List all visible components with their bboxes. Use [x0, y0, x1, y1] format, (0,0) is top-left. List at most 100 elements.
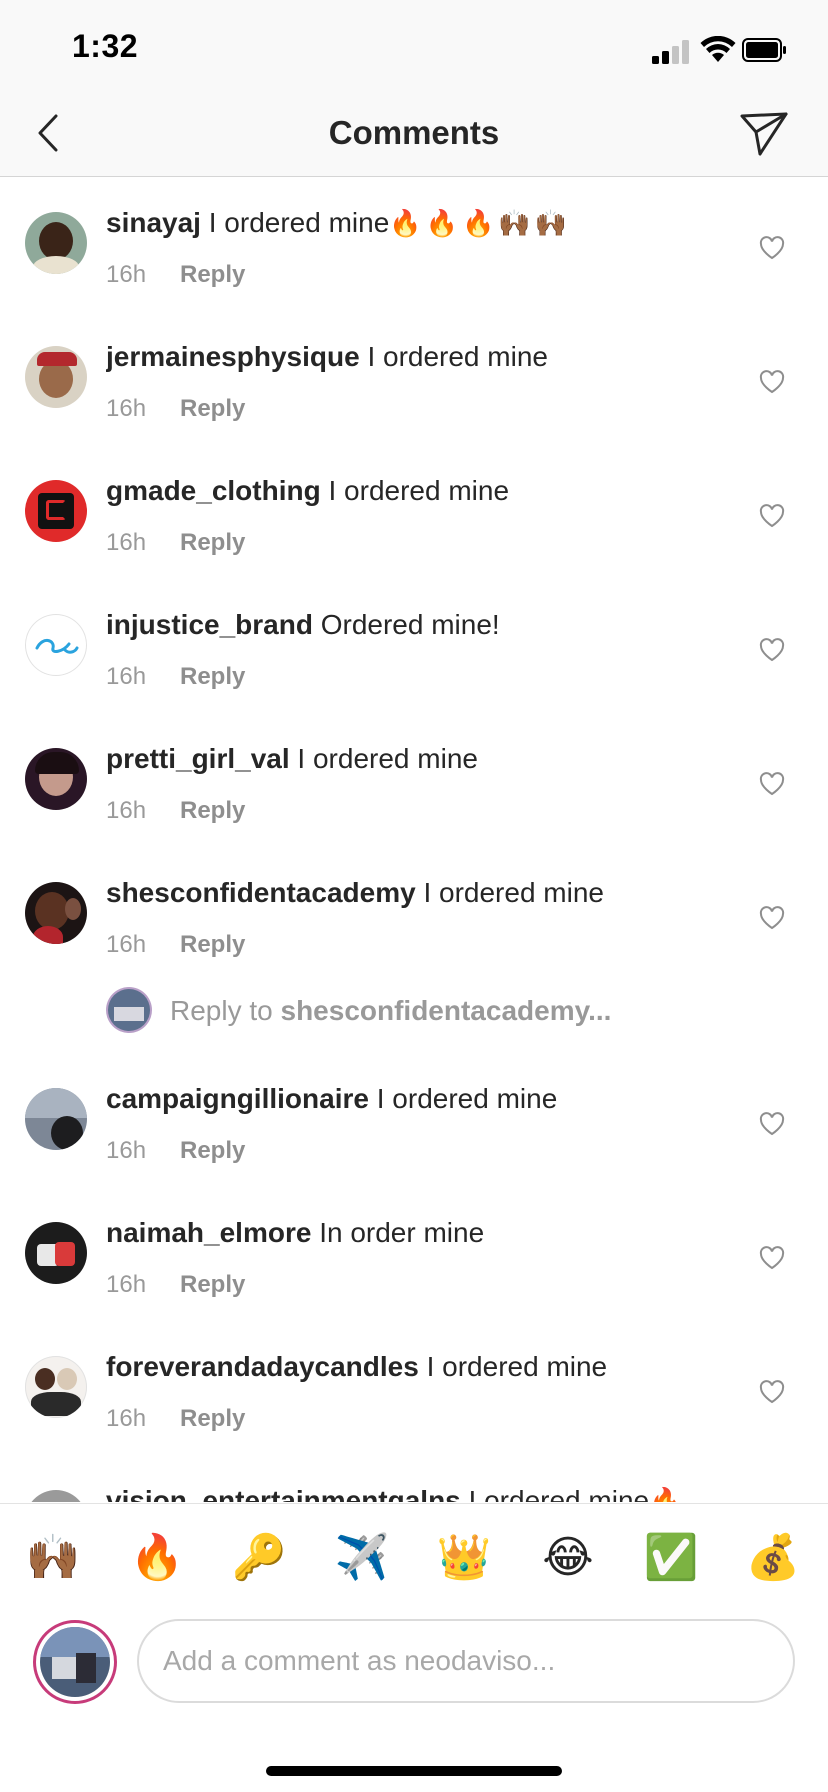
comment-text-line: foreverandadaycandles I ordered mine [106, 1351, 746, 1383]
comment-text-line: sinayaj I ordered mine🔥🔥🔥🙌🏾🙌🏾 [106, 207, 746, 239]
avatar[interactable] [25, 212, 87, 274]
comment-item: pretti_girl_val I ordered mine 16h Reply [0, 713, 828, 843]
comment-meta: 16h Reply [106, 1137, 245, 1165]
emoji-laughing-button[interactable]: 😂 [538, 1530, 598, 1586]
comment-item: foreverandadaycandles I ordered mine 16h… [0, 1321, 828, 1451]
reply-target-username: shesconfidentacademy... [280, 995, 612, 1026]
comment-input[interactable] [137, 1619, 795, 1703]
reply-button[interactable]: Reply [180, 261, 245, 288]
cellular-signal-icon [652, 38, 692, 64]
avatar[interactable] [25, 748, 87, 810]
comment-username[interactable]: pretti_girl_val [106, 743, 290, 774]
heart-icon[interactable] [759, 772, 785, 796]
comment-username[interactable]: foreverandadaycandles [106, 1351, 419, 1382]
reply-button[interactable]: Reply [180, 1137, 245, 1164]
comment-time: 16h [106, 1137, 147, 1164]
heart-icon[interactable] [759, 1112, 785, 1136]
comment-body: I ordered mine [468, 1485, 650, 1502]
comment-username[interactable]: vision_entertainmentgalns [106, 1485, 461, 1502]
comment-body: I ordered mine [426, 1351, 608, 1382]
comment-time: 16h [106, 1271, 147, 1298]
avatar[interactable] [25, 480, 87, 542]
emoji-check-button[interactable]: ✅ [641, 1530, 701, 1586]
emoji-quick-bar: 🙌🏾 🔥 🔑 ✈️ 👑 😂 ✅ 💰 [0, 1503, 828, 1614]
comment-text-line: gmade_clothing I ordered mine [106, 475, 746, 507]
comment-meta: 16h Reply [106, 1405, 245, 1433]
reply-prompt[interactable]: Reply to shesconfidentacademy... [0, 969, 828, 1049]
emoji-key-button[interactable]: 🔑 [229, 1530, 289, 1586]
comments-list[interactable]: sinayaj I ordered mine🔥🔥🔥🙌🏾🙌🏾 16h Reply j… [0, 177, 828, 1502]
comment-text-line: vision_entertainmentgalns I ordered mine… [106, 1485, 746, 1502]
comment-username[interactable]: sinayaj [106, 207, 201, 238]
reply-button[interactable]: Reply [180, 1271, 245, 1298]
comment-item: naimah_elmore In order mine 16h Reply [0, 1187, 828, 1317]
emoji-fire-button[interactable]: 🔥 [127, 1530, 187, 1586]
comment-username[interactable]: jermainesphysique [106, 341, 360, 372]
heart-icon[interactable] [759, 1380, 785, 1404]
avatar[interactable] [25, 346, 87, 408]
comment-time: 16h [106, 529, 147, 556]
comment-text-line: pretti_girl_val I ordered mine [106, 743, 746, 775]
avatar[interactable] [25, 1088, 87, 1150]
comment-body: I ordered mine [376, 1083, 558, 1114]
heart-icon[interactable] [759, 638, 785, 662]
reply-button[interactable]: Reply [180, 663, 245, 690]
comment-username[interactable]: shesconfidentacademy [106, 877, 416, 908]
comment-item: injustice_brand Ordered mine! 16h Reply [0, 579, 828, 709]
comment-username[interactable]: naimah_elmore [106, 1217, 311, 1248]
battery-icon [742, 38, 786, 62]
comment-username[interactable]: gmade_clothing [106, 475, 321, 506]
comments-header: Comments [0, 96, 828, 177]
comment-time: 16h [106, 261, 147, 288]
comment-emojis: 🔥🔥🔥🙌🏾🙌🏾 [389, 209, 572, 239]
current-user-avatar [33, 1620, 117, 1704]
home-indicator[interactable] [266, 1766, 562, 1776]
comment-username[interactable]: injustice_brand [106, 609, 313, 640]
emoji-raising-hands-button[interactable]: 🙌🏾 [23, 1530, 83, 1586]
comment-meta: 16h Reply [106, 529, 245, 557]
emoji-money-bag-button[interactable]: 💰 [743, 1530, 803, 1586]
emoji-crown-button[interactable]: 👑 [434, 1530, 494, 1586]
comment-item: jermainesphysique I ordered mine 16h Repl… [0, 311, 828, 441]
heart-icon[interactable] [759, 1246, 785, 1270]
reply-button[interactable]: Reply [180, 931, 245, 958]
avatar[interactable] [25, 614, 87, 676]
avatar[interactable] [25, 1222, 87, 1284]
reply-prompt-text[interactable]: Reply to shesconfidentacademy... [170, 995, 611, 1027]
comment-emojis: 🔥 [649, 1487, 682, 1502]
page-title: Comments [328, 114, 500, 151]
reply-prefix: Reply to [170, 995, 273, 1026]
comment-item: sinayaj I ordered mine🔥🔥🔥🙌🏾🙌🏾 16h Reply [0, 177, 828, 307]
status-time: 1:32 [72, 28, 139, 64]
comment-composer [0, 1613, 828, 1723]
comment-time: 16h [106, 1405, 147, 1432]
heart-icon[interactable] [759, 504, 785, 528]
comment-time: 16h [106, 663, 147, 690]
comment-body: I ordered mine [208, 207, 390, 238]
avatar[interactable] [25, 1356, 87, 1418]
reply-button[interactable]: Reply [180, 1405, 245, 1432]
comment-text-line: shesconfidentacademy I ordered mine [106, 877, 746, 909]
paper-plane-icon[interactable] [738, 108, 790, 160]
emoji-airplane-button[interactable]: ✈️ [332, 1530, 392, 1586]
heart-icon[interactable] [759, 370, 785, 394]
comment-meta: 16h Reply [106, 931, 245, 959]
comment-text-line: injustice_brand Ordered mine! [106, 609, 746, 641]
reply-button[interactable]: Reply [180, 395, 245, 422]
heart-icon[interactable] [759, 236, 785, 260]
avatar[interactable] [25, 1490, 87, 1502]
reply-button[interactable]: Reply [180, 797, 245, 824]
heart-icon[interactable] [759, 906, 785, 930]
comment-item: shesconfidentacademy I ordered mine 16h R… [0, 847, 828, 977]
comment-body: I ordered mine [423, 877, 604, 908]
comment-text-line: campaigngillionaire I ordered mine [106, 1083, 746, 1115]
comment-meta: 16h Reply [106, 1271, 245, 1299]
comment-item: gmade_clothing I ordered mine 16h Reply [0, 445, 828, 575]
comment-meta: 16h Reply [106, 395, 245, 423]
comment-body: I ordered mine [328, 475, 510, 506]
comment-username[interactable]: campaigngillionaire [106, 1083, 369, 1114]
comment-time: 16h [106, 395, 147, 422]
comment-time: 16h [106, 797, 147, 824]
reply-button[interactable]: Reply [180, 529, 245, 556]
avatar[interactable] [25, 882, 87, 944]
